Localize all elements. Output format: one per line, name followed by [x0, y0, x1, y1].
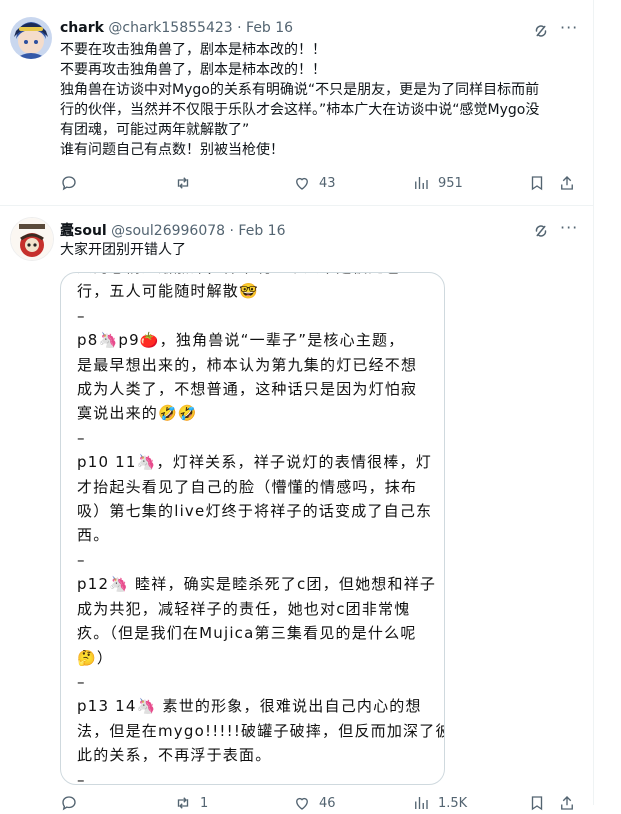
image-text-line: 🤔）: [77, 648, 114, 667]
image-text-line: –: [77, 770, 86, 785]
image-text-line: –: [77, 306, 86, 325]
image-text-line: 是最早想出来的，柿本认为第九集的灯已经不想: [77, 355, 418, 374]
display-name[interactable]: chark: [60, 20, 104, 36]
image-text-line: 行，五人可能随时解散🤓: [77, 282, 259, 301]
views-button[interactable]: 951: [412, 174, 463, 192]
more-icon[interactable]: ···: [560, 218, 578, 237]
grok-icon[interactable]: [532, 222, 550, 240]
tweet-line: 不要再攻击独角兽了，剧本是柿本改的！！: [60, 62, 326, 78]
image-text-line: 才抬起头看见了自己的脸（懵懂的情感吗，抹布: [77, 477, 418, 496]
views-button[interactable]: 1.5K: [412, 794, 467, 812]
dot-separator: ·: [237, 20, 242, 36]
repost-button[interactable]: 1: [174, 794, 208, 812]
repost-icon: [177, 177, 189, 189]
share-icon: [561, 176, 573, 190]
repost-button[interactable]: [174, 174, 192, 192]
image-text-line: 寞说出来的🤣🤣: [77, 404, 198, 423]
bookmark-button[interactable]: [528, 794, 546, 812]
image-text-line: 成为人类了，不想普通，这种话只是因为灯怕寂: [77, 380, 418, 399]
timestamp[interactable]: Feb 16: [246, 20, 293, 36]
image-text-line: 成为共犯，减轻祥子的责任，她也对c团非常愧: [77, 599, 411, 618]
handle[interactable]: @soul26996078: [111, 223, 225, 239]
tweet-line: 大家开团别开错人了: [60, 242, 186, 258]
reply-button[interactable]: [60, 794, 78, 812]
grok-icon[interactable]: [532, 22, 550, 40]
reply-icon: [62, 796, 76, 811]
bookmark-button[interactable]: [528, 174, 546, 192]
image-text-line: –: [77, 672, 86, 691]
tweet-actions: 1 46 1.5K: [60, 794, 590, 814]
image-text-line: –: [77, 428, 86, 447]
like-button[interactable]: 46: [293, 794, 336, 812]
tweet-header: 蠹soul @soul26996078 · Feb 16: [60, 220, 285, 240]
tweet-text: 大家开团别开错人了: [60, 240, 590, 260]
image-text-line: 此的关系，不再浮于表面。: [77, 746, 272, 765]
image-text-line: 疚。（但是我们在Mujica第三集看见的是什么呢: [77, 624, 417, 643]
share-button[interactable]: [558, 794, 576, 812]
image-text-line: p13 14🦄 素世的形象，很难说出自己内心的想: [77, 697, 422, 716]
share-icon: [561, 796, 573, 810]
image-text-line: 吸）第七集的live灯终于将祥子的话变成了自己东: [77, 502, 433, 521]
handle[interactable]: @chark15855423: [108, 20, 232, 36]
tweet-line: 行的伙伴，当然并不仅限于乐队才会这样。”柿本广大在访谈中说“感觉Mygo没: [60, 102, 540, 118]
image-text-line: –: [77, 550, 86, 569]
tweet-text: 不要在攻击独角兽了，剧本是柿本改的！！ 不要再攻击独角兽了，剧本是柿本改的！！ …: [60, 40, 590, 160]
tweet-line: 有团魂，可能过两年就解散了”: [60, 122, 250, 138]
display-name[interactable]: 蠹soul: [60, 223, 107, 239]
image-text-block: 人的感情逐渐加深，柿本说五个人不是彼此也行，五人可能随时解散🤓 – p8🦄p9🍅，独…: [77, 273, 445, 785]
tweet-line: 谁有问题自己有点数！别被当枪使！: [60, 142, 284, 158]
like-icon: [296, 797, 308, 810]
views-icon: [415, 797, 428, 809]
avatar[interactable]: [10, 17, 52, 59]
tweet-chark[interactable]: chark @chark15855423 · Feb 16 ··· 不要在攻击独…: [0, 0, 593, 205]
tweet-image-card[interactable]: 人的感情逐渐加深，柿本说五个人不是彼此也行，五人可能随时解散🤓 – p8🦄p9🍅，独…: [60, 272, 445, 785]
image-text-line: 人的感情逐渐加深，柿本说五个人不是彼此也: [77, 273, 427, 279]
views-icon: [415, 177, 428, 189]
like-icon: [296, 177, 308, 190]
tweet-line: 不要在攻击独角兽了，剧本是柿本改的！！: [60, 42, 326, 58]
dot-separator: ·: [229, 223, 234, 239]
tweet-actions: 43 951: [60, 174, 590, 194]
repost-count: 1: [200, 795, 209, 811]
view-count: 951: [438, 175, 463, 191]
like-button[interactable]: 43: [293, 174, 336, 192]
tweet-line: 独角兽在访谈中对Mygo的关系有明确说“不只是朋友，更是为了同样目标而前: [60, 82, 540, 98]
image-text-line: p10 11🦄，灯祥关系，祥子说灯的表情很棒，灯: [77, 453, 432, 472]
timeline-border: [593, 0, 594, 805]
like-count: 43: [319, 175, 336, 191]
like-count: 46: [319, 795, 336, 811]
timestamp[interactable]: Feb 16: [238, 223, 285, 239]
avatar[interactable]: [10, 217, 54, 261]
more-icon[interactable]: ···: [560, 18, 578, 37]
reply-button[interactable]: [60, 174, 78, 192]
view-count: 1.5K: [438, 795, 468, 811]
image-text-line: 西。: [77, 526, 110, 545]
image-text-line: p8🦄p9🍅，独角兽说“一辈子”是核心主题，: [77, 331, 405, 350]
share-button[interactable]: [558, 174, 576, 192]
repost-icon: [177, 797, 189, 809]
bookmark-icon: [531, 176, 543, 191]
tweet-header: chark @chark15855423 · Feb 16: [60, 20, 293, 36]
image-text-line: 法，但是在mygo!!!!!破罐子破摔，但反而加深了彼: [77, 721, 445, 740]
reply-icon: [62, 176, 76, 191]
image-text-line: p12🦄 睦祥，确实是睦杀死了c团，但她想和祥子: [77, 575, 437, 594]
bookmark-icon: [531, 796, 543, 811]
